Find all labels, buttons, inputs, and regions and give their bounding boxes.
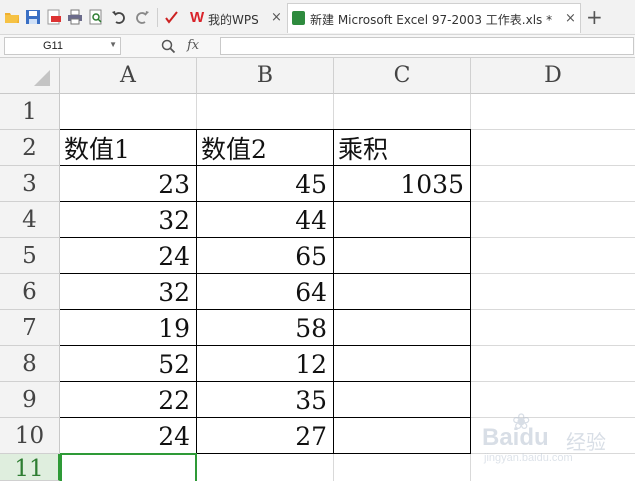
cell-a7[interactable]: 19 [60,310,196,346]
cell-c6[interactable] [334,274,470,310]
row-header-11[interactable]: 11 [0,454,60,482]
watermark-url: jingyan.baidu.com [484,452,573,464]
open-folder-icon[interactable] [4,9,20,25]
undo-icon[interactable] [111,9,127,25]
cell-reference: G11 [43,40,63,52]
row-header-5[interactable]: 5 [0,238,60,274]
column-header-b[interactable]: B [197,58,334,94]
formula-bar: G11 ▼ fx [0,35,635,58]
row-header-10[interactable]: 10 [0,418,60,454]
cell-a2[interactable]: 数值1 [60,130,196,166]
row-header-3[interactable]: 3 [0,166,60,202]
cell-c7[interactable] [334,310,470,346]
cell-c2[interactable]: 乘积 [334,130,470,166]
cell-c3[interactable]: 1035 [334,166,470,202]
table-border [470,129,471,454]
cell-c8[interactable] [334,346,470,382]
wps-logo-icon: W [190,9,205,26]
tab-label: 新建 Microsoft Excel 97-2003 工作表.xls * [310,13,553,27]
row-header-4[interactable]: 4 [0,202,60,238]
close-icon[interactable]: × [565,11,576,26]
cell-c4[interactable] [334,202,470,238]
save-icon[interactable] [25,9,41,25]
cell-c10[interactable] [334,418,470,454]
cell-c9[interactable] [334,382,470,418]
cell-b8[interactable]: 12 [197,346,333,382]
print-icon[interactable] [67,9,83,25]
select-all-corner[interactable] [0,58,60,94]
cell-b4[interactable]: 44 [197,202,333,238]
row-header-7[interactable]: 7 [0,310,60,346]
cell-a10[interactable]: 24 [60,418,196,454]
cell-b6[interactable]: 64 [197,274,333,310]
select-all-triangle-icon [34,70,50,86]
cell-a9[interactable]: 22 [60,382,196,418]
cell-b3[interactable]: 45 [197,166,333,202]
baidu-jingyan-watermark: ❀ Baidu 经验 jingyan.baidu.com [478,408,628,468]
toolbar: W 我的WPS × 新建 Microsoft Excel 97-2003 工作表… [0,0,635,35]
cell-c5[interactable] [334,238,470,274]
row-header-1[interactable]: 1 [0,94,60,130]
cell-a8[interactable]: 52 [60,346,196,382]
name-box[interactable]: G11 ▼ [4,37,121,55]
cell-b5[interactable]: 65 [197,238,333,274]
print-preview-icon[interactable] [88,9,104,25]
new-tab-button[interactable]: + [586,5,603,29]
cell-a4[interactable]: 32 [60,202,196,238]
row-header-6[interactable]: 6 [0,274,60,310]
cell-b9[interactable]: 35 [197,382,333,418]
cell-b2[interactable]: 数值2 [197,130,333,166]
column-header-c[interactable]: C [334,58,471,94]
cell-a5[interactable]: 24 [60,238,196,274]
watermark-sub: 经验 [566,430,606,454]
cell-a6[interactable]: 32 [60,274,196,310]
tab-label: 我的WPS [208,13,259,27]
toolbar-divider [157,8,158,27]
redo-icon[interactable] [134,9,150,25]
cell-a3[interactable]: 23 [60,166,196,202]
cell-b7[interactable]: 58 [197,310,333,346]
row-header-8[interactable]: 8 [0,346,60,382]
active-cell-selection[interactable] [60,453,197,481]
chevron-down-icon[interactable]: ▼ [109,40,117,49]
close-icon[interactable]: × [271,10,282,25]
tab-my-wps[interactable]: W 我的WPS × [186,3,287,33]
excel-file-icon [292,11,305,25]
watermark-brand: Baidu [482,424,549,451]
format-painter-icon[interactable] [163,9,179,25]
tab-active-workbook[interactable]: 新建 Microsoft Excel 97-2003 工作表.xls * × [287,3,581,33]
cell-b10[interactable]: 27 [197,418,333,454]
formula-input[interactable] [220,37,634,55]
insert-function-button[interactable]: fx [187,38,199,53]
row-header-9[interactable]: 9 [0,382,60,418]
export-pdf-icon[interactable] [46,9,62,25]
row-header-2[interactable]: 2 [0,130,60,166]
column-header-d[interactable]: D [471,58,635,94]
column-header-a[interactable]: A [60,58,197,94]
zoom-magnifier-icon[interactable] [161,39,176,58]
